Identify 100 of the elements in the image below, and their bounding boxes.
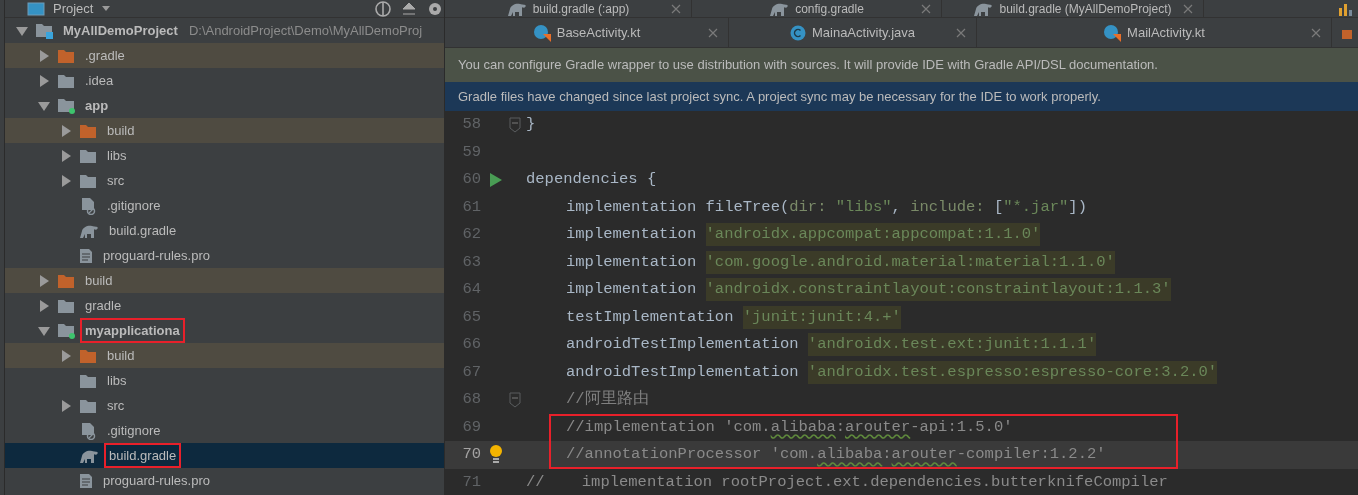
lightbulb-icon [488, 443, 504, 466]
folder-icon [79, 347, 97, 364]
module-folder-icon [57, 322, 75, 339]
code-line: androidTestImplementation 'androidx.test.ext:junit:1.1.1' [525, 331, 1358, 359]
close-icon[interactable] [671, 3, 681, 14]
editor-tab[interactable]: MailActivity.kt [977, 18, 1332, 47]
tree-item[interactable]: libs [5, 143, 444, 168]
editor-tab[interactable]: build.gradle (MyAllDemoProject) [942, 0, 1204, 17]
line-number: 69 [461, 416, 482, 438]
line-number: 71 [461, 471, 482, 493]
tree-label: src [106, 396, 126, 415]
collapsed-arrow-icon[interactable] [60, 148, 72, 163]
code-line: dependencies { [525, 169, 658, 191]
tree-item[interactable]: proguard-rules.pro [5, 243, 444, 268]
tree-label: libs [106, 371, 128, 390]
collapsed-arrow-icon[interactable] [60, 123, 72, 138]
ignored-file-icon [79, 421, 97, 440]
run-icon [489, 171, 503, 188]
folder-icon [79, 172, 97, 189]
line-number: 59 [461, 141, 482, 163]
tree-label: MyAllDemoProject [62, 21, 179, 40]
tree-label: build [106, 346, 136, 365]
tree-item[interactable]: build.gradle [5, 443, 444, 468]
tree-label: .gitignore [106, 196, 162, 215]
line-number: 62 [461, 224, 482, 246]
collapsed-arrow-icon[interactable] [60, 173, 72, 188]
tree-item[interactable]: build [5, 343, 444, 368]
line-number: 60 [461, 169, 482, 191]
tree-item[interactable]: libs [5, 368, 444, 393]
ignored-file-icon [79, 196, 97, 215]
editor-tab[interactable]: build.gradle (:app) [445, 0, 692, 17]
panel-title[interactable]: Project [53, 0, 94, 19]
tree-label: proguard-rules.pro [102, 246, 211, 265]
tree-label: myapplicationa [80, 317, 185, 344]
line-number: 67 [461, 361, 482, 383]
class-icon [1103, 23, 1122, 42]
collapsed-arrow-icon[interactable] [38, 298, 50, 313]
code-line: implementation 'androidx.constraintlayout:constraintlayout:1.1.3' [525, 276, 1358, 304]
tree-item[interactable]: app [5, 93, 444, 118]
close-icon[interactable] [1311, 27, 1321, 38]
tree-item[interactable]: .gitignore [5, 193, 444, 218]
tree-item[interactable]: gradle [5, 293, 444, 318]
code-line: testImplementation 'junit:junit:4.+' [525, 303, 1358, 331]
close-icon[interactable] [1183, 3, 1193, 14]
editor-tab[interactable]: config.gradle [692, 0, 942, 17]
tree-label: build [84, 271, 114, 290]
text-file-icon [79, 472, 93, 489]
notification-text: Gradle files have changed since last project sync. A project sync may be necessary for the IDE to work properly. [445, 82, 1358, 111]
close-icon[interactable] [708, 27, 718, 38]
collapse-icon [400, 0, 418, 18]
code-line: implementation 'androidx.appcompat:appcompat:1.1.0' [525, 221, 1358, 249]
code-line: // implementation rootProject.ext.dependencies.butterknifeCompiler [525, 471, 1169, 493]
editor-tab[interactable]: BaseActivity.kt [445, 18, 729, 47]
tree-item[interactable]: .gitignore [5, 418, 444, 443]
class-icon [532, 23, 551, 42]
tree-item[interactable]: myapplicationa [5, 318, 444, 343]
tree-label: .gitignore [106, 421, 162, 440]
tree-item[interactable]: src [5, 168, 444, 193]
tree-item[interactable]: proguard-rules.pro [5, 468, 444, 493]
tree-item[interactable]: build.gradle [5, 218, 444, 243]
module-folder-icon [57, 97, 75, 114]
collapsed-arrow-icon[interactable] [60, 348, 72, 363]
folder-icon [79, 122, 97, 139]
tree-label: build [106, 121, 136, 140]
code-line: androidTestImplementation 'androidx.test.espresso:espresso-core:3.2.0' [525, 358, 1358, 386]
close-icon[interactable] [921, 3, 931, 14]
code-line: //阿里路由 [565, 389, 650, 411]
expanded-arrow-icon[interactable] [37, 324, 51, 337]
notification-text: You can configure Gradle wrapper to use distribution with sources. It will provide IDE with Gradle API/DSL documentation. [445, 48, 1358, 82]
code-line: //implementation 'com.alibaba:arouter-api:1.5.0' [565, 416, 1014, 438]
close-icon[interactable] [956, 27, 966, 38]
tree-label: libs [106, 146, 128, 165]
collapsed-arrow-icon[interactable] [38, 73, 50, 88]
line-number: 68 [461, 389, 482, 411]
editor-tab[interactable]: MainaActivity.java [729, 18, 977, 47]
tree-label: proguard-rules.pro [102, 471, 211, 490]
folder-icon [57, 272, 75, 289]
tree-item[interactable]: MyAllDemoProject D:\AndroidProject\Demo\MyAllDemoProj [5, 18, 444, 43]
tree-item[interactable]: .idea [5, 68, 444, 93]
line-number: 63 [461, 251, 482, 273]
tree-label: .idea [84, 71, 115, 90]
tree-item[interactable]: .gradle [5, 43, 444, 68]
tree-item[interactable]: src [5, 393, 444, 418]
fold-icon [509, 391, 521, 408]
collapsed-arrow-icon[interactable] [38, 273, 50, 288]
tree-item[interactable]: build [5, 268, 444, 293]
line-number: 61 [461, 196, 482, 218]
collapsed-arrow-icon[interactable] [38, 48, 50, 63]
code-line: } [525, 114, 537, 136]
tree-label: src [106, 171, 126, 190]
tree-label: .gradle [84, 46, 126, 65]
expanded-arrow-icon[interactable] [37, 99, 51, 112]
target-icon [374, 0, 392, 18]
panel-icon [27, 1, 45, 16]
line-number: 58 [461, 114, 482, 136]
collapsed-arrow-icon[interactable] [60, 398, 72, 413]
expanded-arrow-icon[interactable] [15, 24, 29, 37]
fold-icon [509, 116, 521, 133]
tree-item[interactable]: build [5, 118, 444, 143]
folder-icon [79, 397, 97, 414]
